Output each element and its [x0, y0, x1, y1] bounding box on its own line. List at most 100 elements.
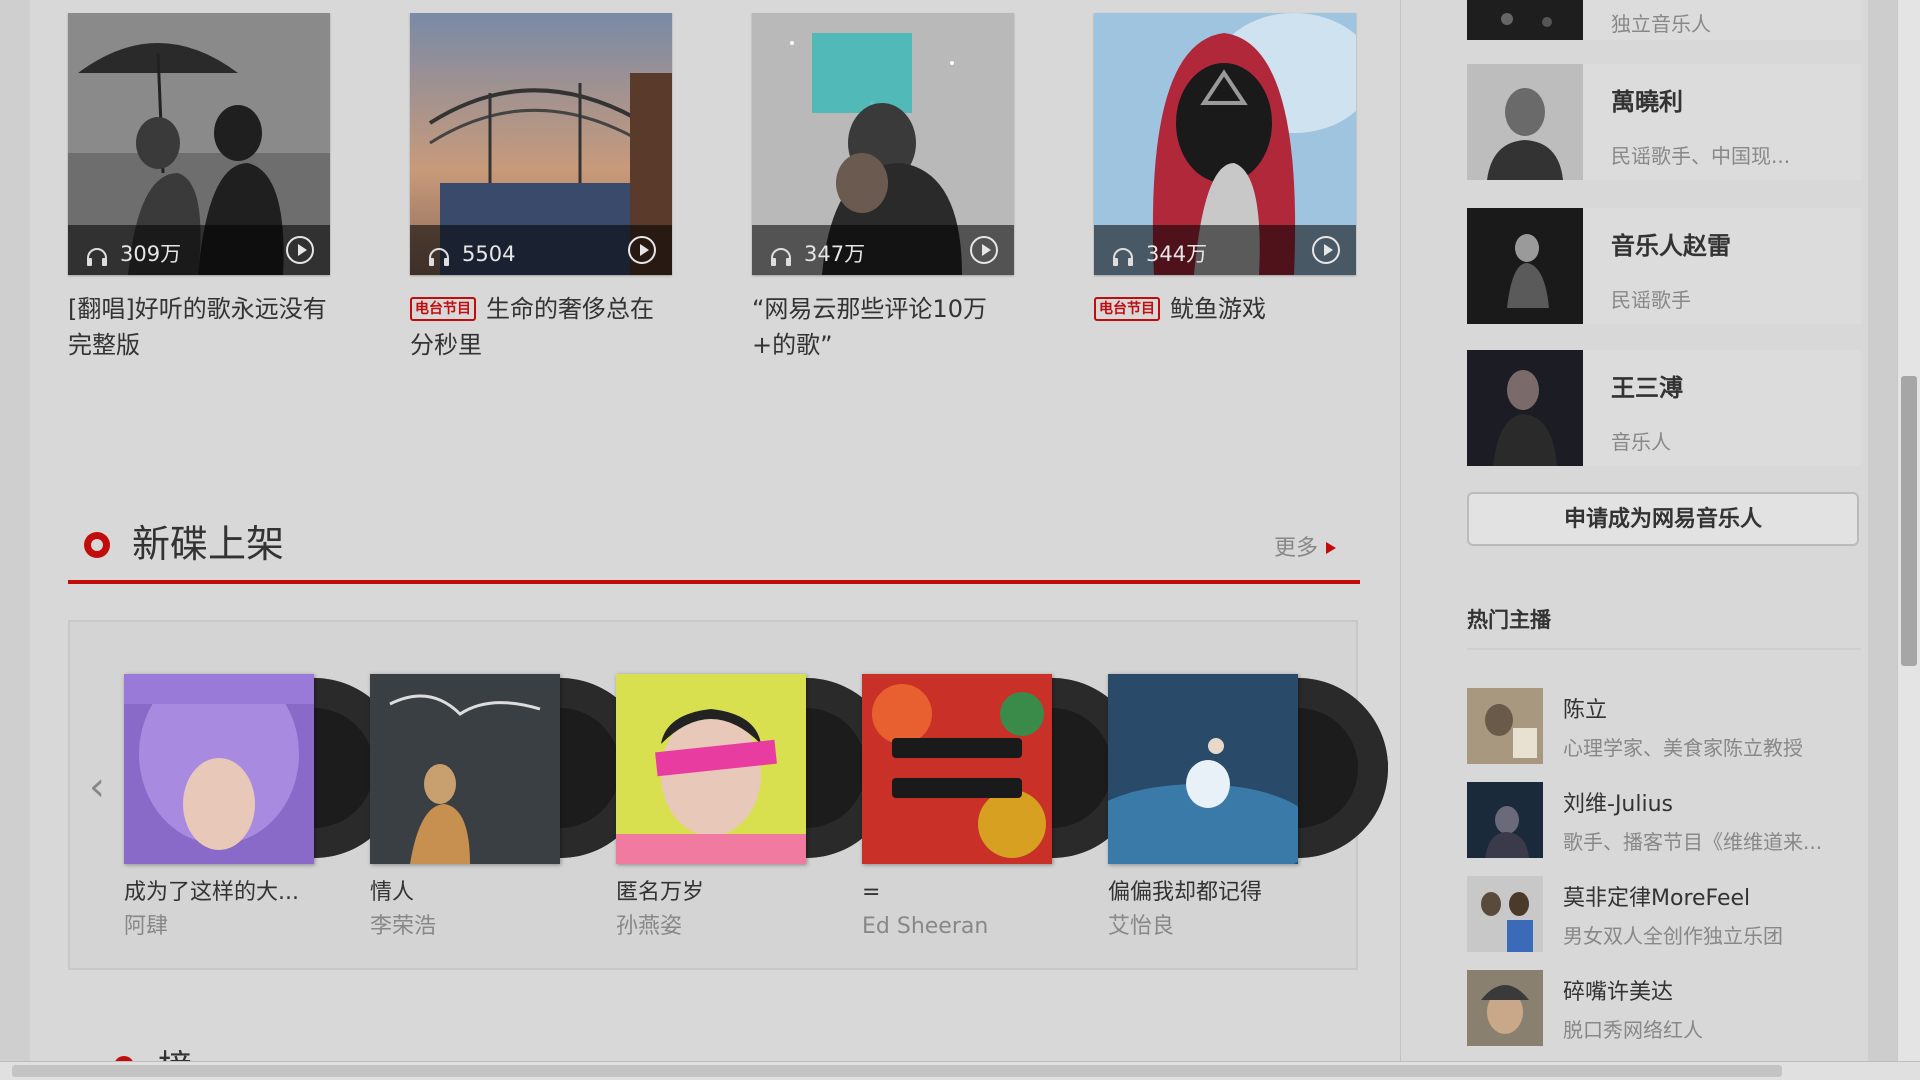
cover-image — [616, 674, 806, 864]
main-column: 309万 [翻唱]好听的歌永远没有完整版 5504 电台节目 生命的奢侈总在分秒… — [30, 0, 1400, 1062]
playlist-card[interactable]: 309万 [翻唱]好听的歌永远没有完整版 — [68, 13, 330, 363]
artist-avatar[interactable] — [1467, 350, 1583, 466]
dj-desc: 脱口秀网络红人 — [1563, 1018, 1703, 1042]
dj-item[interactable]: 陈立 心理学家、美食家陈立教授 — [1467, 688, 1867, 764]
playlist-cover[interactable]: 344万 — [1094, 13, 1356, 275]
play-count: 344万 — [1146, 242, 1208, 266]
play-count: 347万 — [804, 242, 866, 266]
artist-name[interactable]: 音乐人赵雷 — [1611, 226, 1731, 261]
headphones-icon — [429, 248, 449, 266]
artist-desc: 民谣歌手 — [1611, 288, 1691, 312]
album-name[interactable]: 情人 — [370, 878, 570, 908]
new-albums-carousel: ‹ › 成为了这样的大... 阿肆 — [68, 620, 1388, 970]
playlist-title-text[interactable]: [翻唱]好听的歌永远没有完整版 — [68, 295, 327, 359]
apply-musician-button[interactable]: 申请成为网易音乐人 — [1467, 492, 1859, 546]
dj-avatar[interactable] — [1467, 688, 1543, 764]
album-artist[interactable]: 艾怡良 — [1108, 912, 1174, 942]
vertical-scroll-thumb[interactable] — [1901, 376, 1917, 666]
play-icon[interactable] — [970, 236, 998, 264]
playlist-cover[interactable]: 347万 — [752, 13, 1014, 275]
artist-item[interactable]: 音乐人赵雷 民谣歌手 — [1467, 208, 1861, 324]
album-artist[interactable]: 李荣浩 — [370, 912, 436, 942]
artist-avatar[interactable] — [1467, 64, 1583, 180]
playlist-title-text[interactable]: 鱿鱼游戏 — [1170, 295, 1266, 323]
avatar-image — [1467, 876, 1543, 952]
horizontal-scrollbar[interactable] — [0, 1061, 1920, 1080]
artist-avatar[interactable] — [1467, 0, 1583, 40]
avatar-image — [1467, 688, 1543, 764]
artist-name[interactable]: 王三溥 — [1611, 368, 1683, 403]
album-artist[interactable]: Ed Sheeran — [862, 912, 988, 942]
avatar-image — [1467, 350, 1583, 466]
more-link[interactable]: 更多 — [1274, 534, 1336, 564]
play-icon[interactable] — [286, 236, 314, 264]
more-link-label[interactable]: 更多 — [1274, 536, 1318, 561]
album-cover[interactable] — [124, 674, 314, 864]
album-name[interactable]: 匿名万岁 — [616, 878, 816, 908]
play-icon[interactable] — [1312, 236, 1340, 264]
section-title[interactable]: 榜单 — [158, 1048, 222, 1062]
cover-image — [124, 674, 314, 864]
dj-avatar[interactable] — [1467, 876, 1543, 952]
dj-name[interactable]: 刘维-Julius — [1563, 786, 1673, 818]
album-name[interactable]: 偏偏我却都记得 — [1108, 878, 1308, 908]
cover-image — [1108, 674, 1298, 864]
artist-avatar[interactable] — [1467, 208, 1583, 324]
album-cover[interactable] — [1108, 674, 1298, 864]
album-cover[interactable] — [616, 674, 806, 864]
radio-program-tag: 电台节目 — [410, 297, 476, 321]
dj-desc: 男女双人全创作独立乐团 — [1563, 924, 1783, 948]
dj-desc: 心理学家、美食家陈立教授 — [1563, 736, 1803, 760]
playlist-cover[interactable]: 309万 — [68, 13, 330, 275]
play-count: 5504 — [462, 242, 516, 266]
playlist-title[interactable]: 电台节目 鱿鱼游戏 — [1094, 291, 1356, 327]
album-artist[interactable]: 孙燕姿 — [616, 912, 682, 942]
artist-name[interactable]: 萬曉利 — [1611, 82, 1683, 117]
play-count: 309万 — [120, 242, 182, 266]
artist-item[interactable]: 独立音乐人 — [1467, 0, 1861, 40]
horizontal-scroll-thumb[interactable] — [12, 1065, 1782, 1077]
sidebar: 独立音乐人 萬曉利 民谣歌手、中国现... 音乐人赵雷 民谣歌手 王三溥 音乐人… — [1400, 0, 1868, 1062]
page-left-gutter — [0, 0, 30, 1062]
artist-item[interactable]: 王三溥 音乐人 — [1467, 350, 1861, 466]
dj-avatar[interactable] — [1467, 970, 1543, 1046]
chevron-left-icon[interactable]: ‹ — [82, 762, 112, 812]
artist-item[interactable]: 萬曉利 民谣歌手、中国现... — [1467, 64, 1861, 180]
artist-desc: 音乐人 — [1611, 430, 1671, 454]
vertical-scrollbar[interactable] — [1897, 0, 1920, 1062]
headphones-icon — [771, 248, 791, 266]
play-icon[interactable] — [628, 236, 656, 264]
playlist-card[interactable]: 5504 电台节目 生命的奢侈总在分秒里 — [410, 13, 672, 363]
avatar-image — [1467, 782, 1543, 858]
arrow-right-icon — [1326, 542, 1336, 554]
dj-item[interactable]: 碎嘴许美达 脱口秀网络红人 — [1467, 970, 1867, 1046]
radio-program-tag: 电台节目 — [1094, 297, 1160, 321]
hot-dj-heading: 热门主播 — [1467, 604, 1861, 650]
section-title[interactable]: 新碟上架 — [132, 520, 284, 568]
playlist-card[interactable]: 347万 “网易云那些评论10万+的歌” — [752, 13, 1014, 363]
artist-desc: 民谣歌手、中国现... — [1611, 144, 1791, 168]
dj-item[interactable]: 莫非定律MoreFeel 男女双人全创作独立乐团 — [1467, 876, 1867, 952]
album-cover[interactable] — [862, 674, 1052, 864]
dj-name[interactable]: 陈立 — [1563, 692, 1607, 724]
section-ring-icon — [84, 532, 110, 558]
dj-name[interactable]: 莫非定律MoreFeel — [1563, 880, 1750, 912]
playlist-cover[interactable]: 5504 — [410, 13, 672, 275]
dj-item[interactable]: 刘维-Julius 歌手、播客节目《维维道来... — [1467, 782, 1867, 858]
playlist-title[interactable]: 电台节目 生命的奢侈总在分秒里 — [410, 291, 672, 363]
dj-avatar[interactable] — [1467, 782, 1543, 858]
album-name[interactable]: = — [862, 878, 1062, 908]
dj-name[interactable]: 碎嘴许美达 — [1563, 974, 1673, 1006]
playlist-title[interactable]: [翻唱]好听的歌永远没有完整版 — [68, 291, 330, 363]
avatar-image — [1467, 64, 1583, 180]
album-name[interactable]: 成为了这样的大... — [124, 878, 324, 908]
album-artist[interactable]: 阿肆 — [124, 912, 168, 942]
playlist-title[interactable]: “网易云那些评论10万+的歌” — [752, 291, 1014, 363]
playlist-title-text[interactable]: “网易云那些评论10万+的歌” — [752, 295, 987, 359]
playlist-card[interactable]: 344万 电台节目 鱿鱼游戏 — [1094, 13, 1356, 327]
album-cover[interactable] — [370, 674, 560, 864]
new-albums-header: 新碟上架 更多 — [68, 512, 1360, 584]
headphones-icon — [1113, 248, 1133, 266]
artist-desc: 独立音乐人 — [1611, 12, 1711, 36]
cover-image — [370, 674, 560, 864]
